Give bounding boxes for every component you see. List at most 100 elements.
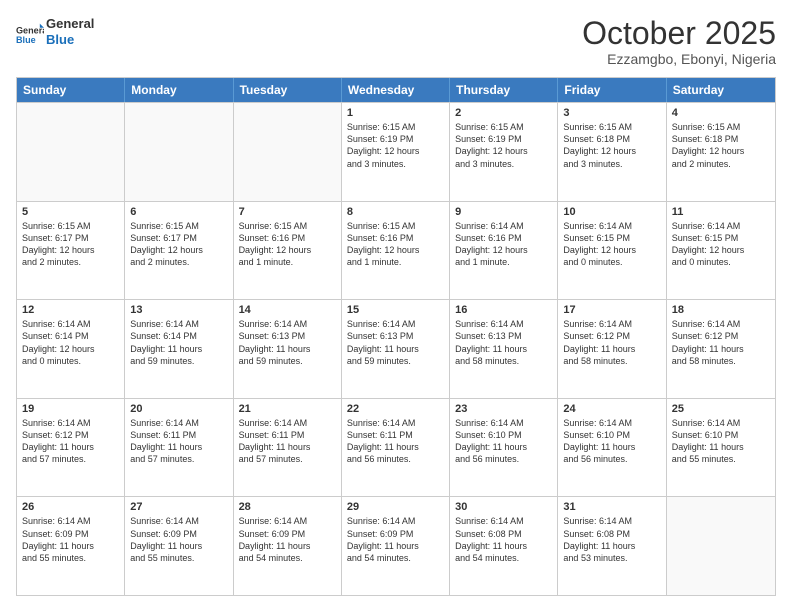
cell-line: and 2 minutes.: [672, 158, 770, 170]
cell-line: and 55 minutes.: [22, 552, 119, 564]
cell-line: Sunset: 6:10 PM: [455, 429, 552, 441]
calendar-cell: 30Sunrise: 6:14 AMSunset: 6:08 PMDayligh…: [450, 497, 558, 595]
day-number: 26: [22, 501, 119, 513]
calendar-header: SundayMondayTuesdayWednesdayThursdayFrid…: [17, 78, 775, 102]
logo: General Blue General Blue: [16, 16, 94, 47]
cell-line: Sunrise: 6:15 AM: [239, 220, 336, 232]
day-number: 10: [563, 206, 660, 218]
day-number: 13: [130, 304, 227, 316]
cell-line: Sunset: 6:13 PM: [347, 330, 444, 342]
cell-line: and 0 minutes.: [22, 355, 119, 367]
location: Ezzamgbo, Ebonyi, Nigeria: [582, 51, 776, 67]
calendar-cell: 31Sunrise: 6:14 AMSunset: 6:08 PMDayligh…: [558, 497, 666, 595]
cell-line: and 1 minute.: [347, 256, 444, 268]
day-number: 6: [130, 206, 227, 218]
cell-line: Sunrise: 6:14 AM: [455, 515, 552, 527]
day-number: 4: [672, 107, 770, 119]
day-header-tuesday: Tuesday: [234, 78, 342, 102]
cell-line: Daylight: 11 hours: [672, 441, 770, 453]
calendar-cell: 26Sunrise: 6:14 AMSunset: 6:09 PMDayligh…: [17, 497, 125, 595]
day-number: 5: [22, 206, 119, 218]
calendar-row-3: 19Sunrise: 6:14 AMSunset: 6:12 PMDayligh…: [17, 398, 775, 497]
cell-line: and 0 minutes.: [672, 256, 770, 268]
calendar-cell: 8Sunrise: 6:15 AMSunset: 6:16 PMDaylight…: [342, 202, 450, 300]
day-number: 28: [239, 501, 336, 513]
cell-line: Daylight: 12 hours: [672, 145, 770, 157]
day-header-wednesday: Wednesday: [342, 78, 450, 102]
day-number: 8: [347, 206, 444, 218]
cell-line: and 57 minutes.: [130, 453, 227, 465]
cell-line: Daylight: 11 hours: [563, 441, 660, 453]
cell-line: Daylight: 11 hours: [563, 343, 660, 355]
cell-line: and 2 minutes.: [22, 256, 119, 268]
calendar-cell: 4Sunrise: 6:15 AMSunset: 6:18 PMDaylight…: [667, 103, 775, 201]
cell-line: and 3 minutes.: [455, 158, 552, 170]
cell-line: Sunset: 6:09 PM: [239, 528, 336, 540]
cell-line: Sunrise: 6:14 AM: [455, 220, 552, 232]
calendar-row-2: 12Sunrise: 6:14 AMSunset: 6:14 PMDayligh…: [17, 299, 775, 398]
cell-line: and 58 minutes.: [563, 355, 660, 367]
cell-line: and 2 minutes.: [130, 256, 227, 268]
calendar-cell: 2Sunrise: 6:15 AMSunset: 6:19 PMDaylight…: [450, 103, 558, 201]
calendar-cell: 7Sunrise: 6:15 AMSunset: 6:16 PMDaylight…: [234, 202, 342, 300]
calendar-cell: 20Sunrise: 6:14 AMSunset: 6:11 PMDayligh…: [125, 399, 233, 497]
cell-line: and 1 minute.: [239, 256, 336, 268]
cell-line: and 54 minutes.: [239, 552, 336, 564]
cell-line: Sunrise: 6:14 AM: [455, 318, 552, 330]
calendar-cell: 13Sunrise: 6:14 AMSunset: 6:14 PMDayligh…: [125, 300, 233, 398]
calendar-cell: 18Sunrise: 6:14 AMSunset: 6:12 PMDayligh…: [667, 300, 775, 398]
cell-line: Sunrise: 6:14 AM: [563, 318, 660, 330]
calendar-cell: 28Sunrise: 6:14 AMSunset: 6:09 PMDayligh…: [234, 497, 342, 595]
calendar-row-0: 1Sunrise: 6:15 AMSunset: 6:19 PMDaylight…: [17, 102, 775, 201]
calendar-cell: 15Sunrise: 6:14 AMSunset: 6:13 PMDayligh…: [342, 300, 450, 398]
cell-line: Sunset: 6:12 PM: [563, 330, 660, 342]
cell-line: Daylight: 12 hours: [239, 244, 336, 256]
cell-line: Daylight: 11 hours: [239, 343, 336, 355]
day-number: 24: [563, 403, 660, 415]
cell-line: Daylight: 12 hours: [672, 244, 770, 256]
day-header-saturday: Saturday: [667, 78, 775, 102]
cell-line: Daylight: 12 hours: [347, 244, 444, 256]
cell-line: Sunset: 6:15 PM: [563, 232, 660, 244]
calendar-cell: 6Sunrise: 6:15 AMSunset: 6:17 PMDaylight…: [125, 202, 233, 300]
cell-line: Daylight: 11 hours: [239, 441, 336, 453]
cell-line: Sunset: 6:11 PM: [239, 429, 336, 441]
day-number: 1: [347, 107, 444, 119]
cell-line: and 56 minutes.: [455, 453, 552, 465]
cell-line: Daylight: 12 hours: [563, 145, 660, 157]
cell-line: Daylight: 12 hours: [347, 145, 444, 157]
cell-line: Daylight: 12 hours: [22, 244, 119, 256]
calendar-cell: 5Sunrise: 6:15 AMSunset: 6:17 PMDaylight…: [17, 202, 125, 300]
calendar-cell: 1Sunrise: 6:15 AMSunset: 6:19 PMDaylight…: [342, 103, 450, 201]
cell-line: Sunrise: 6:14 AM: [130, 417, 227, 429]
cell-line: Daylight: 12 hours: [455, 244, 552, 256]
cell-line: and 55 minutes.: [672, 453, 770, 465]
cell-line: Daylight: 11 hours: [455, 441, 552, 453]
cell-line: Sunrise: 6:14 AM: [672, 417, 770, 429]
calendar-cell: 9Sunrise: 6:14 AMSunset: 6:16 PMDaylight…: [450, 202, 558, 300]
cell-line: and 53 minutes.: [563, 552, 660, 564]
cell-line: and 56 minutes.: [347, 453, 444, 465]
cell-line: Daylight: 12 hours: [455, 145, 552, 157]
cell-line: and 58 minutes.: [455, 355, 552, 367]
day-number: 18: [672, 304, 770, 316]
calendar-cell: 3Sunrise: 6:15 AMSunset: 6:18 PMDaylight…: [558, 103, 666, 201]
cell-line: Daylight: 12 hours: [130, 244, 227, 256]
logo-icon: General Blue: [16, 18, 44, 46]
logo-blue: Blue: [46, 32, 94, 48]
calendar-cell: 29Sunrise: 6:14 AMSunset: 6:09 PMDayligh…: [342, 497, 450, 595]
day-number: 19: [22, 403, 119, 415]
cell-line: Daylight: 11 hours: [347, 540, 444, 552]
day-number: 21: [239, 403, 336, 415]
cell-line: and 0 minutes.: [563, 256, 660, 268]
cell-line: Sunrise: 6:14 AM: [239, 515, 336, 527]
cell-line: Sunrise: 6:14 AM: [239, 318, 336, 330]
calendar-cell: 11Sunrise: 6:14 AMSunset: 6:15 PMDayligh…: [667, 202, 775, 300]
cell-line: Daylight: 11 hours: [455, 343, 552, 355]
cell-line: Daylight: 11 hours: [22, 441, 119, 453]
cell-line: Sunrise: 6:14 AM: [239, 417, 336, 429]
cell-line: Sunrise: 6:15 AM: [347, 220, 444, 232]
cell-line: and 57 minutes.: [239, 453, 336, 465]
cell-line: Sunset: 6:12 PM: [22, 429, 119, 441]
day-number: 11: [672, 206, 770, 218]
